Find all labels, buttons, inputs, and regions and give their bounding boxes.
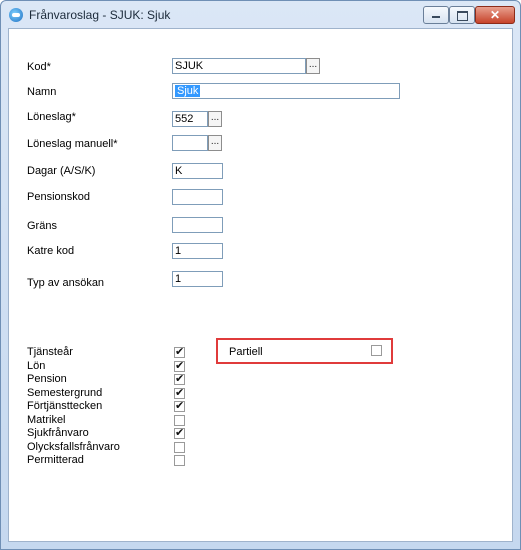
loneslag-manuell-label: Löneslag manuell* — [27, 138, 118, 150]
checkbox[interactable] — [174, 345, 185, 358]
kod-label: Kod* — [27, 61, 51, 73]
maximize-button[interactable] — [449, 6, 475, 24]
checkbox[interactable] — [174, 386, 185, 399]
checkbox-label: Förtjänsttecken — [27, 400, 103, 412]
checkbox[interactable] — [174, 372, 185, 385]
checkbox-label: Lön — [27, 360, 46, 372]
maximize-icon — [457, 11, 468, 21]
namn-input-value: Sjuk — [175, 85, 201, 97]
checkbox[interactable] — [174, 359, 185, 372]
window-title: Frånvaroslag - SJUK: Sjuk — [29, 8, 171, 22]
loneslag-manuell-lookup-button[interactable]: ... — [208, 135, 222, 151]
checkbox-label: Permitterad — [27, 454, 84, 466]
grans-input[interactable] — [172, 217, 223, 233]
checkbox-label: Olycksfallsfrånvaro — [27, 441, 120, 453]
title-bar[interactable]: Frånvaroslag - SJUK: Sjuk ✕ — [1, 1, 520, 29]
namn-label: Namn — [27, 86, 57, 98]
minimize-icon — [432, 16, 440, 18]
loneslag-input[interactable]: 552 — [172, 111, 208, 127]
grans-label: Gräns — [27, 220, 57, 232]
katre-kod-label: Katre kod — [27, 245, 75, 257]
namn-input[interactable]: Sjuk — [172, 83, 400, 99]
checkbox[interactable] — [174, 399, 185, 412]
close-icon: ✕ — [489, 8, 501, 22]
checkbox[interactable] — [174, 442, 185, 453]
kod-input[interactable]: SJUK — [172, 58, 306, 74]
loneslag-lookup-button[interactable]: ... — [208, 111, 222, 127]
close-button[interactable]: ✕ — [475, 6, 515, 24]
partiell-label: Partiell — [229, 346, 263, 358]
minimize-button[interactable] — [423, 6, 449, 24]
pensionskod-label: Pensionskod — [27, 191, 90, 203]
checkbox[interactable] — [174, 415, 185, 426]
dagar-input[interactable]: K — [172, 163, 223, 179]
checkbox[interactable] — [174, 455, 185, 466]
checkbox-label: Sjukfrånvaro — [27, 427, 89, 439]
app-icon — [9, 8, 23, 22]
typ-av-ansokan-label: Typ av ansökan — [27, 277, 105, 289]
checkbox[interactable] — [174, 426, 185, 439]
loneslag-manuell-input[interactable] — [172, 135, 208, 151]
dagar-label: Dagar (A/S/K) — [27, 165, 96, 177]
katre-kod-input[interactable]: 1 — [172, 243, 223, 259]
loneslag-label: Löneslag* — [27, 111, 76, 123]
checkbox-label: Semestergrund — [27, 387, 103, 399]
checkbox-label: Pension — [27, 373, 67, 385]
typ-av-ansokan-input[interactable]: 1 — [172, 271, 223, 287]
checkbox-label: Tjänsteår — [27, 346, 73, 358]
partiell-checkbox[interactable] — [371, 345, 382, 356]
checkbox-label: Matrikel — [27, 414, 66, 426]
kod-lookup-button[interactable]: ... — [306, 58, 320, 74]
pensionskod-input[interactable] — [172, 189, 223, 205]
